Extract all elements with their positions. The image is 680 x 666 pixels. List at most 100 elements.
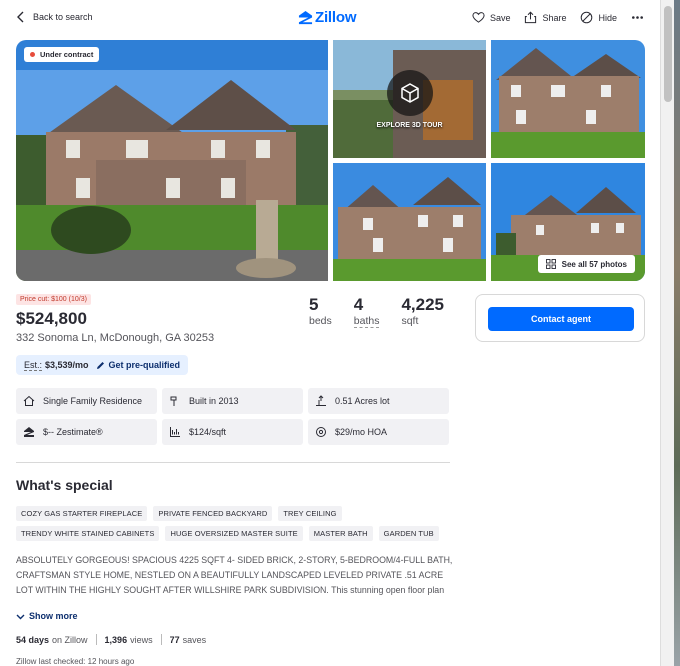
chip-text: $-- Zestimate® [43,427,103,437]
see-all-label: See all 57 photos [561,259,627,269]
home-facts: 5 beds 4 baths 4,225 sqft [309,295,444,328]
gallery-photo-4[interactable]: See all 57 photos [491,163,645,281]
back-label: Back to search [33,12,93,22]
contact-agent-button[interactable]: Contact agent [488,307,634,331]
save-label: Save [489,12,511,23]
get-prequalified-link[interactable]: Get pre-qualified [96,360,181,370]
special-tags: COZY GAS STARTER FIREPLACE PRIVATE FENCE… [16,506,456,541]
contact-card: Contact agent [475,294,645,342]
whats-special-heading: What's special [16,477,113,493]
baths-fact[interactable]: 4 baths [353,295,380,328]
share-label: Share [542,12,567,23]
special-tag: GARDEN TUB [378,526,439,541]
listing-stats: 54 days on Zillow 1,396 views 77 saves [16,634,206,645]
zestimate-icon [24,427,34,437]
estimate-bar: Est.: $3,539/mo Get pre-qualified [16,355,189,375]
explore-3d-tour-button[interactable]: EXPLORE 3D TOUR [333,40,486,158]
listing-address: 332 Sonoma Ln, McDonough, GA 30253 [16,332,215,344]
hoa-icon [316,427,326,437]
save-button[interactable]: Save [472,11,511,24]
lot-icon [316,395,326,406]
chip-zestimate[interactable]: $-- Zestimate® [16,419,157,445]
see-all-photos-button[interactable]: See all 57 photos [537,255,635,273]
beds-value: 5 [309,295,319,314]
zillow-logo[interactable]: Zillow [298,9,356,26]
photo-gallery: Under contract EXPLORE 3D TOUR See all 5… [16,40,645,281]
special-tag: HUGE OVERSIZED MASTER SUITE [165,526,303,541]
listing-actions: Save Share Hide [472,11,644,24]
chip-built-year: Built in 2013 [162,388,303,414]
house-photo-image [491,40,645,158]
views-label: views [130,634,153,645]
main-photo[interactable]: Under contract [16,40,328,281]
price-cut-badge: Price cut: $100 (10/3) [16,294,91,305]
home-details-chips: Single Family Residence Built in 2013 0.… [16,388,450,445]
status-dot [30,52,35,57]
background-map-strip [674,0,680,666]
sqft-label: sqft [401,315,419,327]
hide-icon [581,11,593,24]
share-icon [525,11,537,24]
prequalify-label: Get pre-qualified [108,360,181,370]
scrollbar[interactable] [660,0,674,666]
chip-text: $124/sqft [189,427,227,437]
house-icon [23,395,35,406]
back-to-search-link[interactable]: Back to search [16,11,93,23]
cube-icon [400,82,419,103]
chevron-down-icon [16,614,25,619]
share-button[interactable]: Share [524,11,566,24]
zillow-logo-icon [298,10,313,25]
chip-text: Single Family Residence [43,396,143,406]
listing-description: ABSOLUTELY GORGEOUS! SPACIOUS 4225 SQFT … [16,555,453,601]
hammer-icon [170,396,177,406]
chip-hoa: $29/mo HOA [308,419,449,445]
grid-icon [545,259,556,269]
heart-icon [472,12,485,23]
house-photo-image [333,163,486,281]
beds-fact: 5 beds [309,295,332,328]
special-tag: PRIVATE FENCED BACKYARD [153,506,273,521]
days-on-zillow-label: on Zillow [52,634,88,645]
hide-button[interactable]: Hide [580,11,617,24]
section-divider [16,462,450,463]
pencil-icon [96,361,104,369]
3d-tour-photo[interactable]: EXPLORE 3D TOUR [333,40,486,158]
special-tag: COZY GAS STARTER FIREPLACE [16,506,148,521]
baths-value: 4 [353,295,364,314]
chip-lot-size: 0.51 Acres lot [308,388,449,414]
chevron-left-icon [17,11,24,23]
special-tag: TRENDY WHITE STAINED CABINETS [16,526,160,541]
show-more-label: Show more [29,611,78,621]
chip-price-per-sqft: $124/sqft [162,419,303,445]
chip-text: 0.51 Acres lot [335,396,390,406]
scrollbar-thumb[interactable] [664,6,672,102]
chip-home-type: Single Family Residence [16,388,157,414]
estimate-value: $3,539/mo [45,360,89,370]
more-icon [632,16,643,19]
beds-label: beds [309,315,332,327]
sqft-value: 4,225 [401,295,445,314]
chip-text: Built in 2013 [189,396,239,406]
gallery-photo-2[interactable] [491,40,645,158]
special-tag: MASTER BATH [308,526,373,541]
special-tag: TREY CEILING [278,506,342,521]
gallery-photo-3[interactable] [333,163,486,281]
days-on-zillow-value: 54 days [16,634,50,645]
top-bar: Back to search Zillow Save Share Hide [0,0,660,38]
more-options-button[interactable] [631,11,644,24]
hide-label: Hide [598,12,617,23]
logo-text: Zillow [315,9,357,26]
stats-separator [160,634,162,645]
saves-label: saves [182,634,207,645]
tour-label: EXPLORE 3D TOUR [376,121,443,129]
stats-separator [95,634,97,645]
estimate-prefix[interactable]: Est.: [24,360,43,371]
baths-label: baths [353,315,380,328]
saves-value: 77 [169,634,180,645]
show-more-button[interactable]: Show more [16,611,78,621]
views-value: 1,396 [104,634,128,645]
listing-panel: Back to search Zillow Save Share Hide Un… [0,0,660,666]
house-photo-image [16,40,328,281]
ruler-icon [170,427,180,437]
status-label: Under contract [40,50,94,59]
